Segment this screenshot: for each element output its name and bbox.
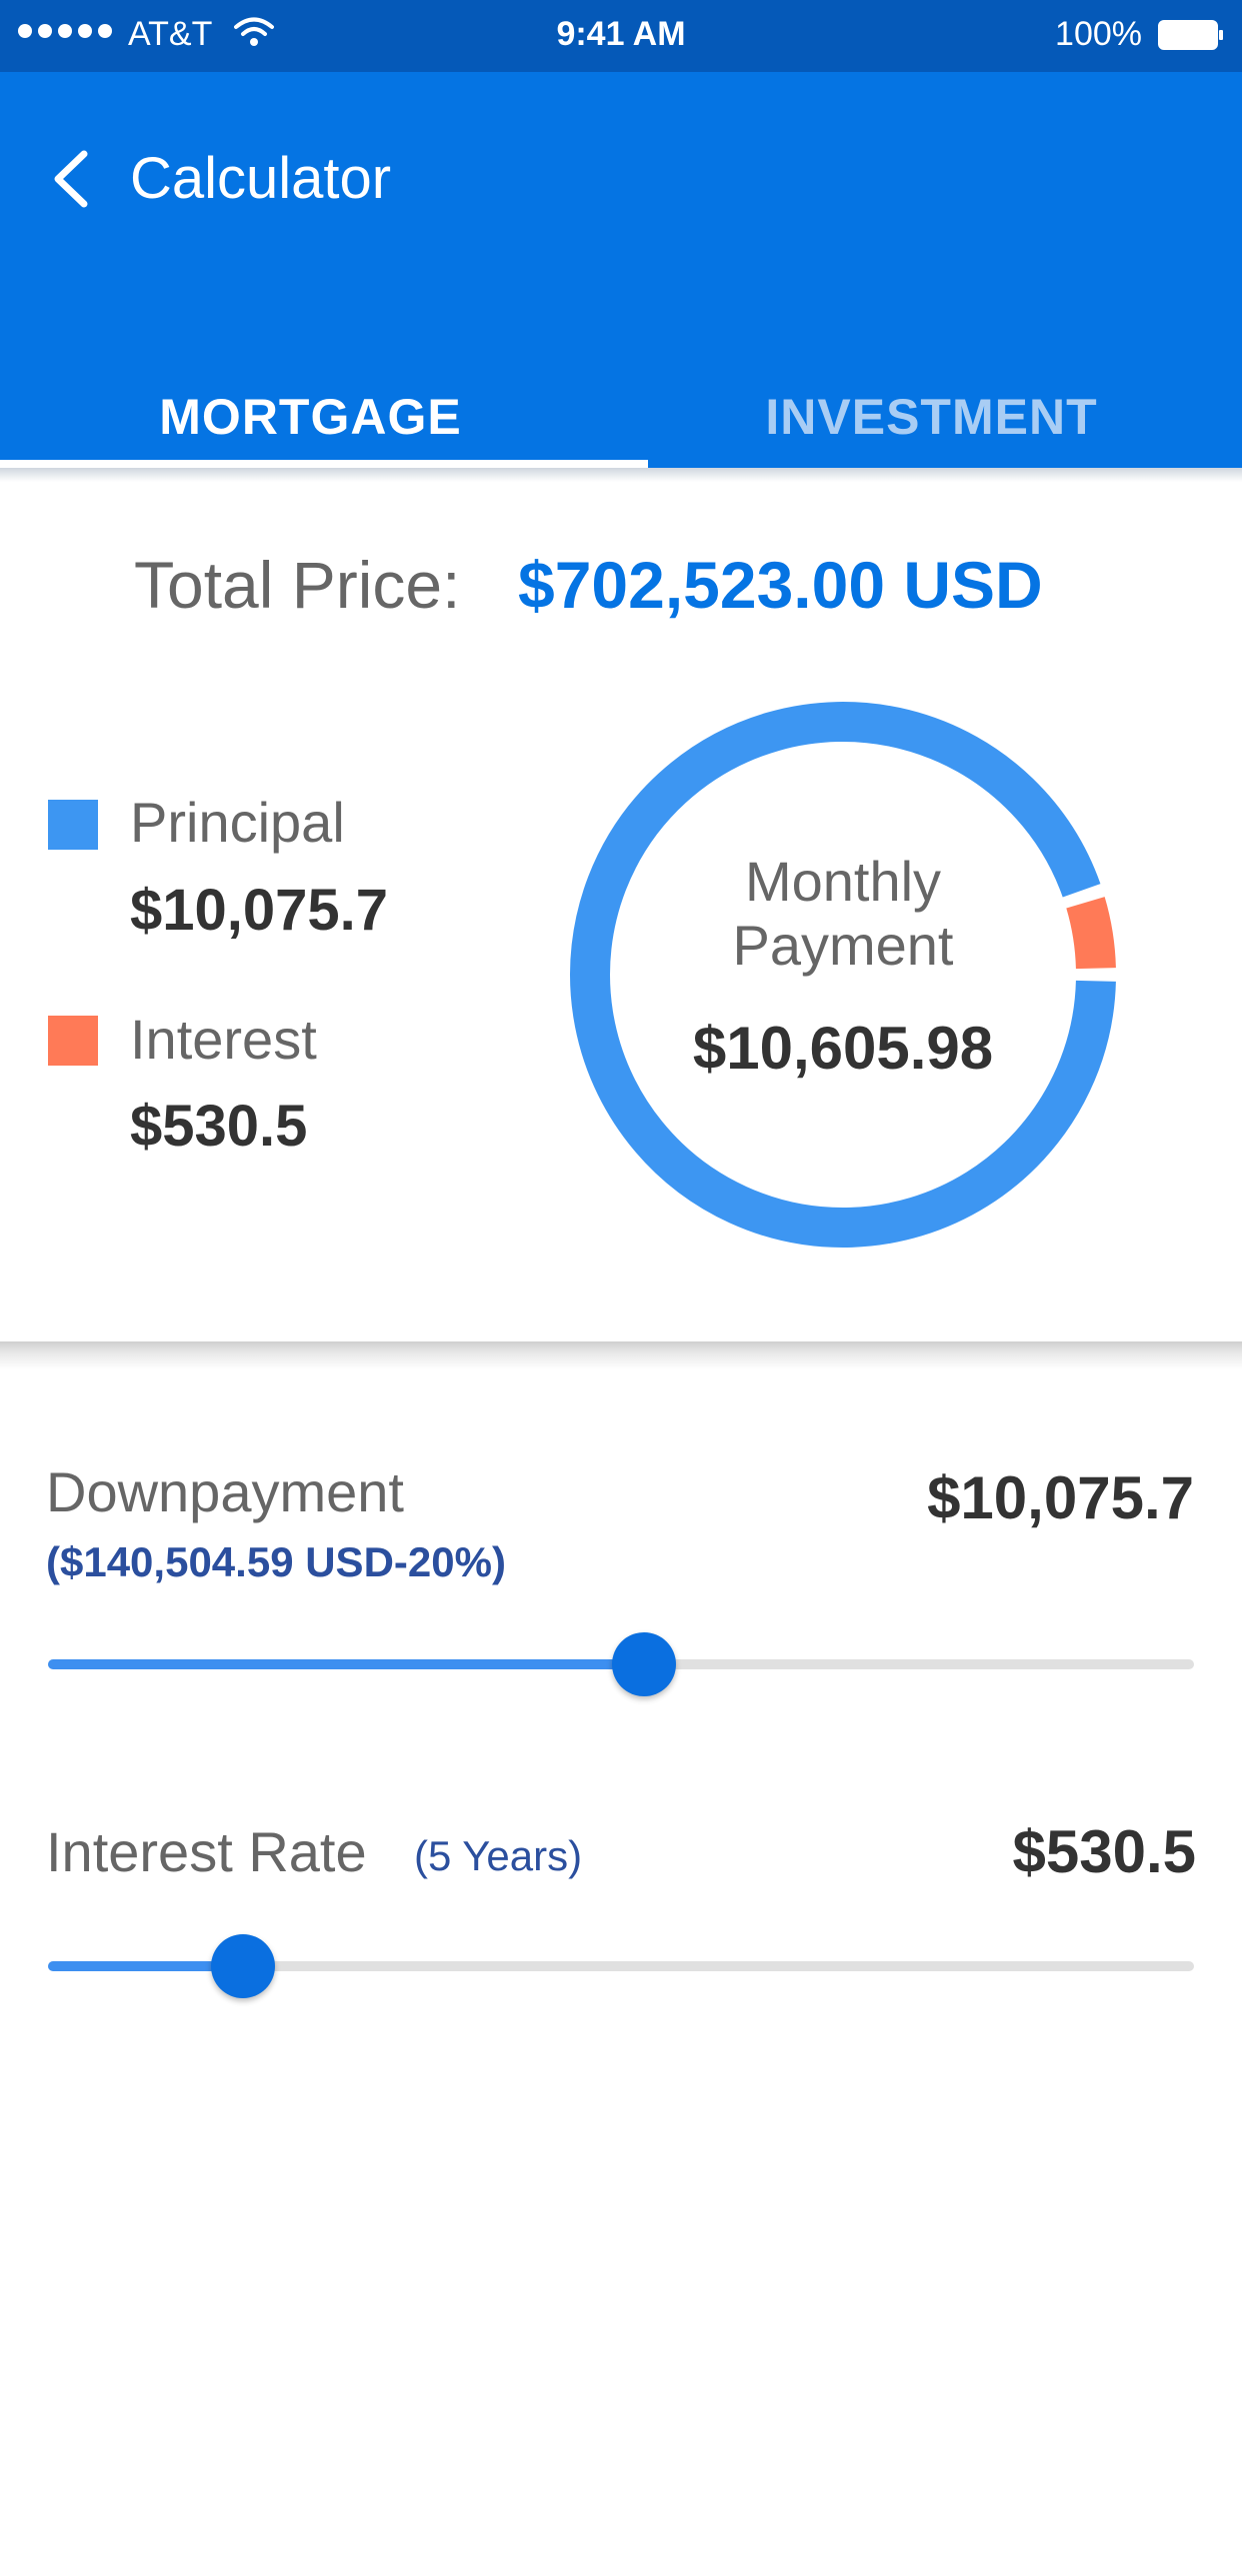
page-title: Calculator (130, 146, 392, 211)
interest-value: $530.5 (130, 1094, 308, 1159)
interest-rate-subtitle: (5 Years) (414, 1832, 583, 1879)
donut-caption-line2: Payment (732, 914, 954, 977)
downpayment-value: $10,075.7 (927, 1464, 1194, 1531)
header-shadow (0, 468, 1242, 482)
tab-mortgage[interactable]: MORTGAGE (0, 372, 621, 462)
total-price-value: $702,523.00 USD (518, 548, 1043, 622)
downpayment-slider-thumb[interactable] (611, 1632, 676, 1696)
downpayment-subtitle: ($140,504.59 USD-20%) (46, 1538, 506, 1585)
interest-rate-slider-thumb[interactable] (210, 1934, 275, 1998)
donut-caption: Monthly Payment (568, 850, 1118, 978)
interest-rate-label: Interest Rate (46, 1820, 367, 1883)
tab-investment[interactable]: INVESTMENT (621, 372, 1242, 462)
principal-label: Principal (130, 791, 345, 854)
status-bar: AT&T 9:41 AM 100% (0, 0, 1242, 72)
downpayment-slider-fill (48, 1659, 644, 1669)
interest-swatch (48, 1016, 98, 1066)
principal-swatch (48, 800, 98, 850)
chevron-left-icon[interactable] (36, 144, 106, 214)
principal-value: $10,075.7 (130, 878, 389, 943)
battery-percent: 100% (1055, 15, 1142, 53)
downpayment-label: Downpayment (46, 1460, 404, 1523)
interest-label: Interest (130, 1008, 317, 1071)
monthly-payment-value: $10,605.98 (692, 1015, 994, 1082)
total-price-label: Total Price: (134, 548, 461, 622)
battery-icon (1158, 20, 1223, 50)
section-divider (0, 1341, 1242, 1369)
interest-rate-value: $530.5 (1012, 1818, 1196, 1885)
active-tab-indicator (0, 460, 648, 468)
donut-caption-line1: Monthly (744, 850, 942, 913)
app-header: Calculator MORTGAGE INVESTMENT (0, 72, 1242, 468)
